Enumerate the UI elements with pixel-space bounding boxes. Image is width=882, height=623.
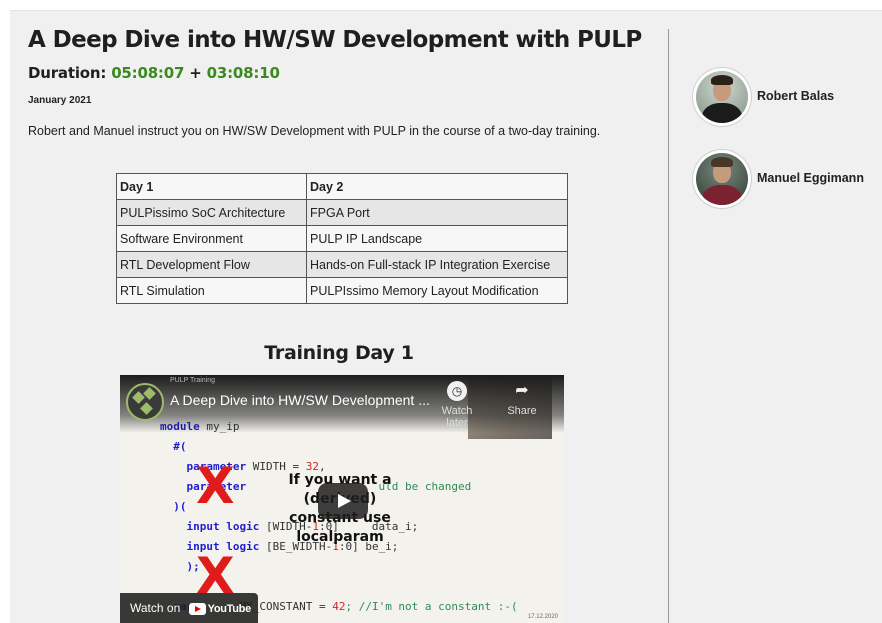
header-day1: Day 1 bbox=[116, 173, 307, 200]
person-name[interactable]: Manuel Eggimann bbox=[757, 171, 864, 185]
slide-timestamp: 17.12.2020 bbox=[527, 614, 558, 620]
page-title: A Deep Dive into HW/SW Development with … bbox=[28, 27, 642, 53]
share-button[interactable]: ➦ Share bbox=[502, 381, 542, 417]
clock-icon: ◷ bbox=[447, 381, 467, 401]
youtube-embed[interactable]: module my_ip #( parameter WIDTH = 32, pa… bbox=[120, 375, 564, 623]
avatar-hair bbox=[711, 157, 733, 167]
table-cell: FPGA Port bbox=[306, 199, 568, 226]
avatar[interactable] bbox=[693, 68, 751, 126]
share-arrow-icon: ➦ bbox=[515, 382, 529, 399]
table-cell: PULPIssimo Memory Layout Modification bbox=[306, 277, 568, 304]
table-cell: Hands-on Full-stack IP Integration Exerc… bbox=[306, 251, 568, 278]
table-row: RTL Development Flow Hands-on Full-stack… bbox=[116, 251, 568, 278]
description: Robert and Manuel instruct you on HW/SW … bbox=[28, 124, 601, 138]
avatar-hair bbox=[711, 75, 733, 85]
duration-day2: 03:08:10 bbox=[206, 64, 280, 82]
duration-label: Duration: bbox=[28, 64, 107, 82]
table-row: PULPissimo SoC Architecture FPGA Port bbox=[116, 199, 568, 226]
play-button[interactable] bbox=[318, 483, 368, 519]
sidebar-people: Robert Balas Manuel Eggimann bbox=[669, 11, 882, 623]
youtube-logo-icon bbox=[188, 602, 206, 615]
person-card[interactable]: Robert Balas bbox=[693, 68, 882, 128]
avatar-photo bbox=[696, 153, 748, 205]
main-content: A Deep Dive into HW/SW Development with … bbox=[10, 11, 668, 623]
channel-label: PULP Training bbox=[170, 377, 216, 384]
watch-later-button[interactable]: ◷ Watch later bbox=[432, 381, 482, 429]
date-label: January 2021 bbox=[28, 95, 92, 106]
person-name[interactable]: Robert Balas bbox=[757, 89, 834, 103]
table-row: Software Environment PULP IP Landscape bbox=[116, 225, 568, 252]
table-cell: RTL Development Flow bbox=[116, 251, 307, 278]
section-heading: Training Day 1 bbox=[264, 342, 414, 364]
video-title-link[interactable]: A Deep Dive into HW/SW Development ... bbox=[170, 392, 430, 408]
watch-later-label: Watch later bbox=[441, 405, 473, 429]
duration-day1: 05:08:07 bbox=[111, 64, 185, 82]
watch-on-label: Watch on bbox=[130, 601, 181, 615]
avatar-body bbox=[702, 103, 742, 123]
youtube-wordmark: YouTube bbox=[207, 603, 252, 615]
table-cell: RTL Simulation bbox=[116, 277, 307, 304]
avatar-body bbox=[702, 185, 742, 205]
table-cell: PULPissimo SoC Architecture bbox=[116, 199, 307, 226]
person-card[interactable]: Manuel Eggimann bbox=[693, 150, 882, 210]
schedule-table: Day 1 Day 2 PULPissimo SoC Architecture … bbox=[116, 173, 568, 304]
avatar[interactable] bbox=[693, 150, 751, 208]
page-container: A Deep Dive into HW/SW Development with … bbox=[10, 10, 882, 623]
share-label: Share bbox=[507, 405, 537, 417]
duration-line: Duration: 05:08:07 + 03:08:10 bbox=[28, 64, 280, 82]
red-x-mark: X bbox=[196, 457, 235, 515]
table-cell: Software Environment bbox=[116, 225, 307, 252]
table-row: RTL Simulation PULPIssimo Memory Layout … bbox=[116, 277, 568, 304]
header-day2: Day 2 bbox=[306, 173, 568, 200]
watch-on-youtube-button[interactable]: Watch on YouTube bbox=[120, 593, 258, 623]
table-header-row: Day 1 Day 2 bbox=[116, 173, 568, 200]
duration-plus: + bbox=[189, 64, 202, 82]
channel-logo-icon[interactable] bbox=[126, 383, 164, 421]
table-cell: PULP IP Landscape bbox=[306, 225, 568, 252]
avatar-photo bbox=[696, 71, 748, 123]
